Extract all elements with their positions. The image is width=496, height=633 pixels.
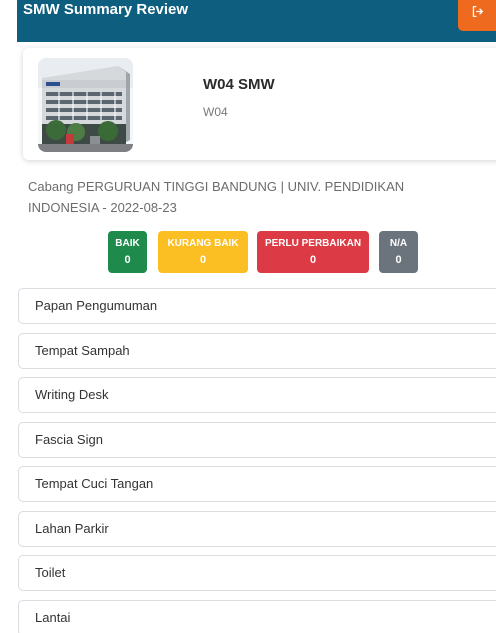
badge-label: PERLU PERBAIKAN [264, 238, 362, 249]
badge-baik: BAIK 0 [108, 231, 147, 273]
page: SMW Summary Review W04 SMW W04 Cabang PE… [0, 0, 496, 633]
badge-count: 0 [199, 254, 207, 266]
logout-icon [472, 5, 483, 18]
status-badges: BAIK 0 KURANG BAIK 0 PERLU PERBAIKAN 0 N… [0, 231, 496, 273]
review-item-list: Papan Pengumuman Tempat Sampah Writing D… [18, 288, 496, 633]
list-item-fascia-sign[interactable]: Fascia Sign [18, 421, 496, 458]
store-name: W04 SMW [203, 76, 275, 93]
badge-label: N/A [389, 238, 408, 249]
list-item-lantai[interactable]: Lantai [18, 599, 496, 633]
list-item-toilet[interactable]: Toilet [18, 555, 496, 591]
page-title: SMW Summary Review [23, 1, 189, 18]
badge-label: KURANG BAIK [167, 238, 239, 249]
badge-kurang-baik: KURANG BAIK 0 [158, 231, 248, 273]
branch-info: Cabang PERGURUAN TINGGI BANDUNG | UNIV. … [28, 179, 405, 215]
badge-count: 0 [124, 254, 131, 266]
badge-count: 0 [395, 254, 402, 266]
list-item-papan-pengumuman[interactable]: Papan Pengumuman [18, 288, 496, 324]
list-item-writing-desk[interactable]: Writing Desk [18, 377, 496, 413]
badge-count: 0 [309, 254, 317, 266]
badge-label: BAIK [115, 238, 140, 249]
list-item-tempat-sampah[interactable]: Tempat Sampah [18, 332, 496, 369]
badge-na: N/A 0 [379, 231, 418, 273]
list-item-lahan-parkir[interactable]: Lahan Parkir [18, 510, 496, 547]
badge-perlu-perbaikan: PERLU PERBAIKAN 0 [257, 231, 369, 273]
store-building-photo [38, 58, 133, 152]
store-code: W04 [203, 105, 228, 119]
store-card: W04 SMW W04 [23, 48, 496, 160]
logout-button[interactable] [458, 0, 496, 31]
list-item-tempat-cuci-tangan[interactable]: Tempat Cuci Tangan [18, 466, 496, 502]
app-header: SMW Summary Review [17, 0, 496, 42]
